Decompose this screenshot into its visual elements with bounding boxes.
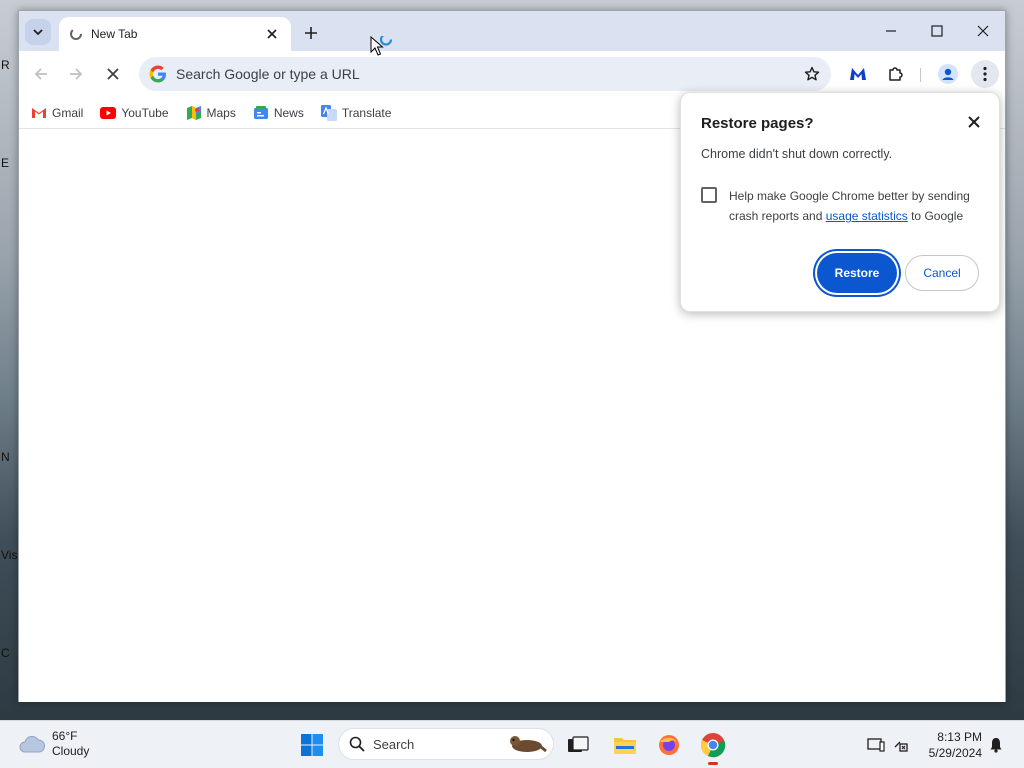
close-icon — [107, 68, 119, 80]
bookmark-youtube[interactable]: YouTube — [100, 105, 169, 121]
tab-close-icon[interactable] — [263, 25, 281, 43]
bookmark-news[interactable]: News — [253, 105, 304, 121]
new-tab-button[interactable] — [299, 21, 323, 45]
bookmark-label: YouTube — [121, 105, 169, 120]
restore-button[interactable]: Restore — [817, 253, 897, 293]
firefox-icon — [659, 735, 679, 755]
malwarebytes-icon — [850, 68, 866, 80]
toolbar-separator — [920, 68, 921, 82]
close-window-button[interactable] — [961, 17, 1005, 45]
desktop-icon-label[interactable]: R — [1, 58, 10, 72]
translate-icon — [320, 104, 337, 121]
minimize-icon — [886, 30, 896, 32]
active-app-indicator — [708, 762, 718, 765]
puzzle-icon — [889, 67, 903, 81]
malwarebytes-extension-button[interactable] — [844, 60, 872, 88]
chrome-taskbar-button[interactable] — [699, 731, 727, 759]
taskbar-search-label: Search — [373, 736, 415, 752]
windows-icon — [301, 734, 323, 756]
taskbar-search-box[interactable]: Search — [338, 728, 554, 760]
crash-report-checkbox[interactable] — [701, 187, 717, 203]
google-icon — [149, 65, 166, 83]
clock-time: 8:13 PM — [937, 730, 982, 744]
folder-icon — [614, 738, 636, 754]
more-vertical-icon — [983, 66, 987, 82]
profile-button[interactable] — [934, 60, 962, 88]
mouse-cursor — [370, 33, 396, 63]
clock-date: 5/29/2024 — [928, 746, 982, 760]
bookmark-label: Translate — [341, 105, 392, 120]
desktop-icon-label[interactable]: Vis — [1, 548, 17, 562]
bookmark-maps[interactable]: Maps — [186, 105, 236, 121]
bookmark-label: Maps — [206, 105, 236, 120]
maximize-icon — [931, 25, 943, 37]
taskbar: 66°F Cloudy Search 8:13 PM 5/29/2024 — [0, 720, 1024, 768]
bookmark-gmail[interactable]: Gmail — [31, 105, 83, 121]
bookmark-label: News — [273, 105, 304, 120]
crash-report-checkbox-label: Help make Google Chrome better by sendin… — [729, 186, 987, 226]
gmail-icon — [31, 105, 47, 121]
plus-icon — [305, 27, 317, 39]
back-button[interactable] — [27, 60, 55, 88]
address-bar[interactable]: Search Google or type a URL — [139, 57, 831, 91]
network-status-icon[interactable] — [892, 735, 912, 755]
title-bar: New Tab — [19, 11, 1005, 51]
chrome-icon — [700, 733, 726, 758]
close-icon — [977, 25, 989, 37]
checkbox-text-end: to Google — [907, 209, 964, 223]
desktop-icon-label[interactable]: C — [1, 646, 10, 660]
task-view-button[interactable] — [564, 731, 592, 759]
arrow-left-icon — [34, 68, 47, 80]
start-button[interactable] — [300, 733, 324, 757]
cancel-button[interactable]: Cancel — [905, 255, 979, 291]
loading-icon — [69, 27, 83, 41]
task-view-icon — [568, 736, 589, 752]
desktop-icon-label[interactable]: E — [1, 156, 9, 170]
chrome-menu-button[interactable] — [971, 60, 999, 88]
usage-statistics-link[interactable]: usage statistics — [826, 209, 908, 223]
news-icon — [253, 105, 269, 121]
tab-new-tab[interactable]: New Tab — [59, 17, 291, 51]
tab-search-button[interactable] — [25, 19, 51, 45]
dialog-close-icon[interactable] — [965, 113, 983, 131]
maps-icon — [186, 105, 202, 121]
desktop-icon-label[interactable]: N — [1, 450, 10, 464]
notification-bell-icon[interactable] — [986, 735, 1006, 755]
weather-description: Cloudy — [52, 744, 90, 758]
device-status-icon[interactable] — [866, 735, 886, 755]
firefox-button[interactable] — [655, 731, 683, 759]
star-icon — [804, 66, 820, 81]
youtube-icon — [100, 105, 117, 121]
restore-pages-dialog: Restore pages? Chrome didn't shut down c… — [680, 92, 1000, 312]
dialog-title: Restore pages? — [701, 115, 814, 132]
arrow-right-icon — [70, 68, 83, 80]
address-bar-placeholder: Search Google or type a URL — [176, 66, 360, 82]
system-clock[interactable]: 8:13 PM 5/29/2024 — [918, 729, 982, 761]
forward-button[interactable] — [62, 60, 90, 88]
bookmark-star-button[interactable] — [799, 61, 825, 87]
stop-loading-button[interactable] — [99, 60, 127, 88]
avatar-icon — [938, 64, 958, 84]
extensions-button[interactable] — [882, 60, 910, 88]
minimize-button[interactable] — [869, 17, 913, 45]
cloud-icon — [19, 735, 45, 753]
otter-highlight-icon — [510, 736, 547, 753]
bookmark-translate[interactable]: Translate — [320, 104, 392, 121]
tab-title: New Tab — [91, 27, 138, 41]
maximize-button[interactable] — [915, 17, 959, 45]
search-icon — [349, 736, 365, 752]
chevron-down-icon — [33, 29, 43, 36]
weather-widget[interactable]: 66°F Cloudy — [18, 729, 89, 759]
weather-temperature: 66°F — [52, 729, 78, 743]
file-explorer-button[interactable] — [611, 731, 639, 759]
bookmark-label: Gmail — [52, 105, 84, 120]
dialog-message: Chrome didn't shut down correctly. — [701, 147, 893, 161]
toolbar: Search Google or type a URL — [19, 51, 1005, 97]
